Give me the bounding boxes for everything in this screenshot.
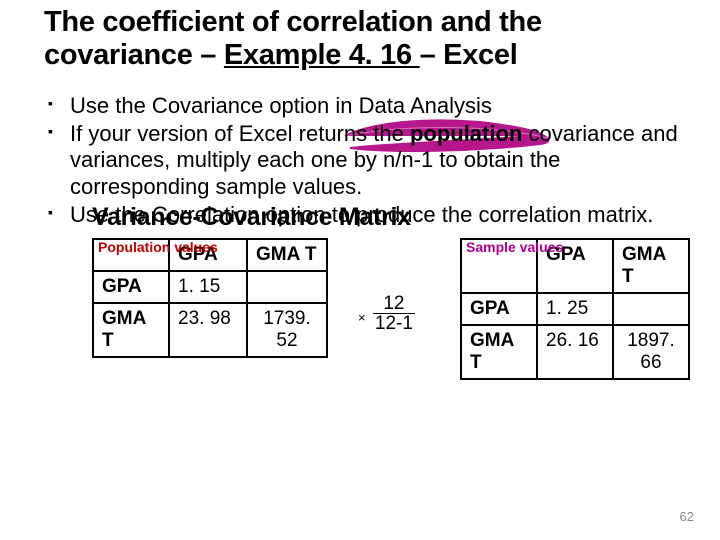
title-text-c: – Excel [420,39,518,71]
table-row: GMA T 26. 16 1897. 66 [461,325,689,379]
cell-empty [247,271,327,303]
table-row: GPA 1. 15 [93,271,327,303]
title-text-b: Example 4. 16 [224,39,420,71]
row-gmat: GMA T [461,325,537,379]
row-gpa: GPA [461,293,537,325]
cell-samp-gpa-gpa: 1. 25 [537,293,613,325]
population-label: Population values [98,240,218,255]
sample-table: GPA GMA T GPA 1. 25 GMA T 26. 16 1897. 6… [460,238,690,380]
sample-label: Sample values [466,240,563,255]
cell-pop-gmat-gmat: 1739. 52 [247,303,327,357]
fraction: 12 12-1 [373,294,415,333]
page-number: 62 [680,509,694,524]
slide-title: The coefficient of correlation and the c… [44,6,690,73]
bullet-2: If your version of Excel returns the pop… [46,121,690,200]
population-table: GPA GMA T GPA 1. 15 GMA T 23. 98 1739. 5… [92,238,328,358]
cell-pop-gpa-gpa: 1. 15 [169,271,247,303]
cell-empty [613,293,689,325]
bullet-1: Use the Covariance option in Data Analys… [46,93,690,119]
matrix-heading: Variance-Covariance Matrix [92,203,690,232]
slide: The coefficient of correlation and the c… [0,0,720,260]
cell-pop-gmat-gpa: 23. 98 [169,303,247,357]
row-gpa: GPA [93,271,169,303]
fraction-den: 12-1 [373,314,415,333]
bullet-1-text: Use the Covariance option in Data Analys… [70,93,492,118]
cell-samp-gmat-gpa: 26. 16 [537,325,613,379]
col-gmat: GMA T [613,239,689,293]
table-row: GMA T 23. 98 1739. 52 [93,303,327,357]
fraction-num: 12 [373,294,415,314]
bullet-2b: population [410,121,522,146]
col-gmat: GMA T [247,239,327,271]
cell-samp-gmat-gmat: 1897. 66 [613,325,689,379]
row-gmat: GMA T [93,303,169,357]
times-icon: × [358,311,366,324]
bullet-2a: If your version of Excel returns the [70,121,410,146]
table-row: GPA 1. 25 [461,293,689,325]
fraction-multiplier: × 12 12-1 [358,294,415,333]
